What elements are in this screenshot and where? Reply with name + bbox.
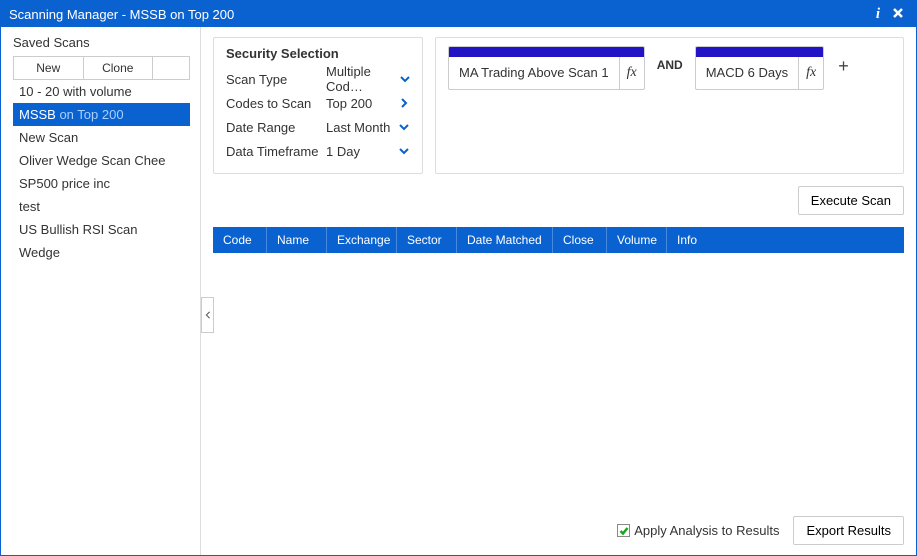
chevron-down-icon [398,121,410,133]
saved-scan-item[interactable]: 10 - 20 with volume [13,80,190,103]
chevron-down-icon [398,145,410,157]
saved-scan-item[interactable]: SP500 price inc [13,172,190,195]
add-criteria-icon[interactable]: + [832,46,849,77]
saved-scans-heading: Saved Scans [13,35,190,50]
criteria-block[interactable]: MACD 6 Daysfx [695,46,824,90]
main-panel: Security Selection Scan TypeMultiple Cod… [201,27,916,555]
checkmark-icon [617,524,630,537]
fx-icon[interactable]: fx [798,57,823,89]
saved-scan-item-label: 10 - 20 with volume [19,84,132,99]
apply-analysis-label: Apply Analysis to Results [634,523,779,538]
security-row-value[interactable]: Last Month [326,120,410,135]
saved-scan-item-label: SP500 price inc [19,176,110,191]
security-row: Date RangeLast Month [226,115,410,139]
security-row: Scan TypeMultiple Cod… [226,67,410,91]
security-row-value-text: Last Month [326,120,390,135]
saved-scan-item-label: MSSB [19,107,56,122]
saved-scans-toolbar: New Clone [13,56,190,80]
chevron-down-icon [400,73,410,85]
criteria-panel: MA Trading Above Scan 1fxANDMACD 6 Daysf… [435,37,904,174]
results-table: CodeNameExchangeSectorDate MatchedCloseV… [213,227,904,504]
extra-scan-button[interactable] [153,57,189,79]
saved-scan-item[interactable]: Wedge [13,241,190,264]
export-results-button[interactable]: Export Results [793,516,904,545]
criteria-block-header [696,47,823,57]
security-row-label: Codes to Scan [226,96,326,111]
scanning-manager-window: Scanning Manager - MSSB on Top 200 i Sav… [0,0,917,556]
security-selection-panel: Security Selection Scan TypeMultiple Cod… [213,37,423,174]
saved-scan-item-label: test [19,199,40,214]
saved-scan-item-label: US Bullish RSI Scan [19,222,138,237]
criteria-block-header [449,47,644,57]
saved-scan-item-label: Wedge [19,245,60,260]
saved-scan-item[interactable]: New Scan [13,126,190,149]
close-icon[interactable] [888,7,908,22]
security-row: Codes to ScanTop 200 [226,91,410,115]
saved-scan-item-label: New Scan [19,130,78,145]
criteria-block[interactable]: MA Trading Above Scan 1fx [448,46,645,90]
window-title: Scanning Manager - MSSB on Top 200 [9,7,868,22]
security-row-value[interactable]: Top 200 [326,96,410,111]
security-row: Data Timeframe1 Day [226,139,410,163]
clone-scan-button[interactable]: Clone [84,57,154,79]
saved-scan-item[interactable]: MSSB on Top 200 [13,103,190,126]
table-column-header[interactable]: Name [267,227,327,253]
security-row-value-text: Top 200 [326,96,372,111]
criteria-block-name: MACD 6 Days [696,57,798,89]
info-icon[interactable]: i [868,6,888,23]
criteria-block-name: MA Trading Above Scan 1 [449,57,619,89]
table-column-header[interactable]: Sector [397,227,457,253]
results-table-body[interactable] [213,253,904,504]
saved-scan-item[interactable]: Oliver Wedge Scan Chee [13,149,190,172]
table-column-header[interactable]: Info [667,227,904,253]
security-row-value-text: 1 Day [326,144,360,159]
table-column-header[interactable]: Volume [607,227,667,253]
saved-scans-list[interactable]: 10 - 20 with volume MSSB on Top 200 New Sc… [13,80,190,547]
execute-scan-button[interactable]: Execute Scan [798,186,904,215]
security-row-label: Data Timeframe [226,144,326,159]
table-column-header[interactable]: Date Matched [457,227,553,253]
table-column-header[interactable]: Code [213,227,267,253]
saved-scan-item-suffix: on Top 200 [56,107,124,122]
saved-scans-panel: Saved Scans New Clone 10 - 20 with volum… [1,27,201,555]
saved-scan-item-label: Oliver Wedge Scan Chee [19,153,165,168]
security-selection-heading: Security Selection [226,46,410,61]
security-row-value[interactable]: 1 Day [326,144,410,159]
apply-analysis-checkbox[interactable]: Apply Analysis to Results [617,523,779,538]
security-row-label: Date Range [226,120,326,135]
footer-row: Apply Analysis to Results Export Results [213,516,904,545]
title-bar[interactable]: Scanning Manager - MSSB on Top 200 i [1,1,916,27]
new-scan-button[interactable]: New [14,57,84,79]
collapse-sidebar-handle[interactable] [201,297,214,333]
fx-icon[interactable]: fx [619,57,644,89]
table-column-header[interactable]: Exchange [327,227,397,253]
saved-scan-item[interactable]: test [13,195,190,218]
security-row-label: Scan Type [226,72,326,87]
saved-scan-item[interactable]: US Bullish RSI Scan [13,218,190,241]
security-row-value-text: Multiple Cod… [326,64,400,94]
security-row-value[interactable]: Multiple Cod… [326,64,410,94]
results-table-header: CodeNameExchangeSectorDate MatchedCloseV… [213,227,904,253]
table-column-header[interactable]: Close [553,227,607,253]
criteria-operator[interactable]: AND [653,46,687,72]
chevron-right-icon [398,97,410,109]
